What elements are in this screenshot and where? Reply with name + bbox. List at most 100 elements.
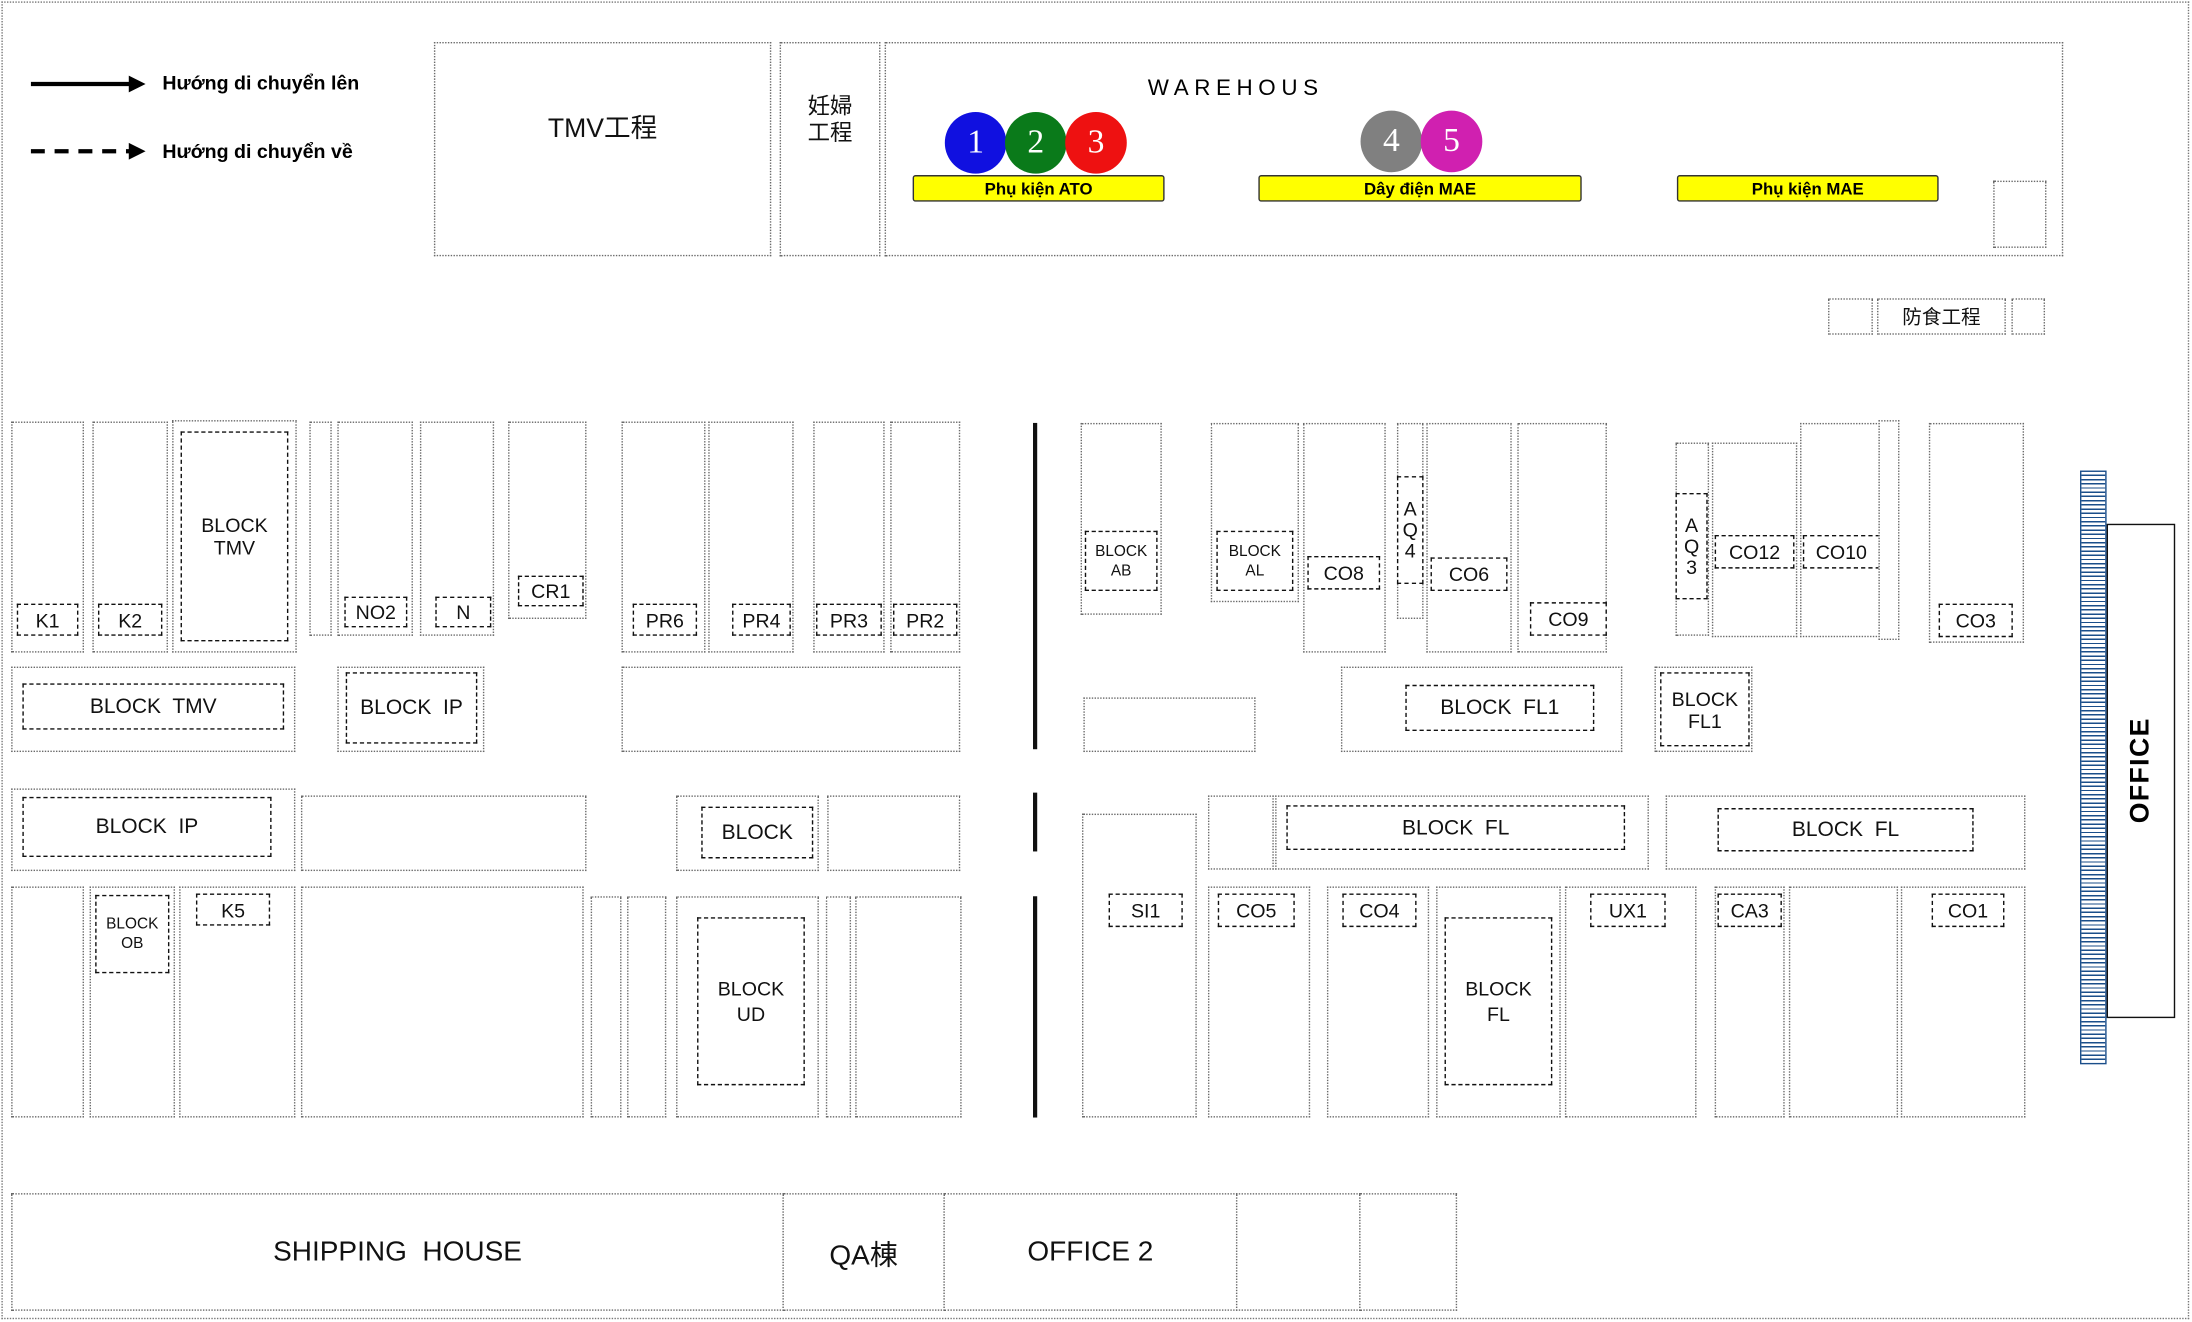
label-co10: CO10 [1802, 534, 1880, 569]
label-block-fl-a: BLOCK FL [1286, 805, 1626, 851]
zone-narrow-2 [1878, 420, 1900, 640]
label-k5: K5 [195, 893, 271, 926]
zone-row4-right [855, 896, 962, 1118]
zone-row3-right [827, 795, 961, 872]
marker-4-number: 4 [1382, 122, 1400, 159]
label-pr6: PR6 [632, 603, 698, 636]
label-cr1: CR1 [517, 575, 584, 607]
legend-solid-arrow-icon [30, 75, 146, 93]
band-mae-wire: Dây điện MAE [1258, 175, 1582, 202]
marker-2-number: 2 [1027, 123, 1045, 161]
band-mae-acc-label: Phụ kiện MAE [1751, 178, 1864, 199]
zone-si1 [1081, 813, 1197, 1118]
label-block-ip-upper: BLOCK IP [345, 672, 478, 744]
tmv-process-label: TMV工程 [547, 114, 658, 145]
band-ato-label: Phụ kiện ATO [984, 178, 1093, 199]
label-co12: CO12 [1714, 534, 1795, 569]
label-co9: CO9 [1529, 602, 1607, 636]
zone-row3-wide [300, 795, 587, 872]
band-mae-wire-label: Dây điện MAE [1364, 178, 1477, 199]
office-2-label: OFFICE 2 [1027, 1235, 1154, 1267]
marker-1-number: 1 [967, 123, 985, 161]
office-2-building: OFFICE 2 [943, 1193, 1238, 1311]
label-pr4: PR4 [732, 603, 791, 636]
qa-building-label: QA棟 [829, 1240, 898, 1271]
marker-5: 5 [1420, 110, 1483, 173]
aisle-divider-upper [1033, 422, 1038, 750]
tmv-process-building: TMV工程 [433, 42, 772, 257]
zone-row2-middle [621, 666, 961, 753]
label-aq3: A Q 3 [1675, 492, 1708, 600]
label-block-ob: BLOCK OB [95, 894, 170, 974]
marker-4: 4 [1360, 110, 1423, 173]
bottom-room-1 [1235, 1193, 1361, 1311]
anticorrosion-side-room-left [1828, 298, 1873, 335]
anticorrosion-label: 防食工程 [1902, 305, 1981, 328]
label-block-fl1-wide: BLOCK FL1 [1405, 684, 1595, 732]
label-n: N [435, 596, 492, 628]
maternity-process-label: 妊婦 工程 [807, 95, 853, 146]
marker-2: 2 [1005, 112, 1067, 174]
label-k1: K1 [16, 603, 79, 636]
marker-1: 1 [944, 112, 1007, 174]
warehouse-small-room [1993, 180, 2047, 248]
zone-narrow-1 [309, 421, 332, 636]
label-co8: CO8 [1307, 555, 1381, 590]
label-co6: CO6 [1430, 557, 1508, 591]
marker-5-number: 5 [1443, 122, 1460, 159]
label-pr3: PR3 [816, 603, 882, 636]
bottom-room-2 [1359, 1193, 1458, 1311]
shipping-house-label: SHIPPING HOUSE [273, 1235, 522, 1267]
marker-3: 3 [1065, 112, 1127, 174]
label-ux1: UX1 [1590, 893, 1666, 928]
zone-co10 [1800, 422, 1880, 638]
anticorrosion-process-room: 防食工程 [1877, 298, 2006, 335]
label-block-tmv-vertical: BLOCK TMV [180, 431, 289, 642]
label-co3: CO3 [1938, 603, 2013, 638]
maternity-process-building: 妊婦 工程 [779, 42, 881, 257]
band-mae-accessories: Phụ kiện MAE [1676, 175, 1939, 202]
legend-up-label: Hướng di chuyển lên [162, 71, 360, 94]
label-block-fl-vertical: BLOCK FL [1444, 917, 1553, 1086]
zone-row4-1 [11, 886, 84, 1118]
zone-row4-narrow-2 [627, 896, 667, 1118]
label-block-fl-b: BLOCK FL [1717, 808, 1974, 852]
zone-co8 [1303, 422, 1386, 653]
label-block-ab: BLOCK AB [1084, 530, 1158, 591]
qa-building: QA棟 [782, 1193, 945, 1311]
label-block-fl1-small: BLOCK FL1 [1660, 672, 1750, 747]
office-staircase [2080, 470, 2107, 1065]
label-block-al: BLOCK AL [1216, 530, 1294, 591]
label-ca3: CA3 [1717, 893, 1782, 928]
label-co1: CO1 [1931, 893, 2005, 928]
label-block: BLOCK [701, 806, 814, 859]
band-ato-accessories: Phụ kiện ATO [912, 175, 1165, 202]
label-aq4: A Q 4 [1396, 476, 1424, 584]
zone-row2-small [1083, 697, 1256, 753]
zone-row4-narrow-3 [825, 896, 852, 1118]
anticorrosion-side-room-right [2011, 298, 2046, 335]
zone-row4-narrow-1 [590, 896, 622, 1118]
label-block-ud: BLOCK UD [697, 917, 805, 1086]
zone-row4-r2 [1788, 886, 1899, 1118]
label-co4: CO4 [1342, 893, 1417, 928]
label-block-ip-lower: BLOCK IP [22, 796, 272, 858]
aisle-divider-lower [1033, 896, 1038, 1118]
warehouse-label: WAREHOUS [1147, 77, 1324, 101]
label-pr2: PR2 [893, 603, 958, 636]
zone-co6 [1426, 422, 1512, 653]
label-k2: K2 [97, 603, 163, 636]
aisle-divider-middle [1033, 792, 1038, 852]
label-no2: NO2 [344, 596, 408, 628]
zone-row3-square [1207, 795, 1274, 870]
marker-3-number: 3 [1087, 123, 1105, 161]
factory-layout-map: Hướng di chuyển lên Hướng di chuyển về T… [0, 0, 2192, 1322]
legend-back-label: Hướng di chuyển về [162, 140, 353, 163]
legend-dashed-arrow-icon [30, 142, 146, 160]
shipping-house-building: SHIPPING HOUSE [11, 1193, 784, 1311]
label-block-tmv-horizontal: BLOCK TMV [22, 683, 285, 730]
office-label: OFFICE [2126, 717, 2156, 824]
zone-row4-wide [300, 886, 584, 1118]
label-co5: CO5 [1217, 893, 1295, 928]
label-si1: SI1 [1108, 893, 1183, 928]
